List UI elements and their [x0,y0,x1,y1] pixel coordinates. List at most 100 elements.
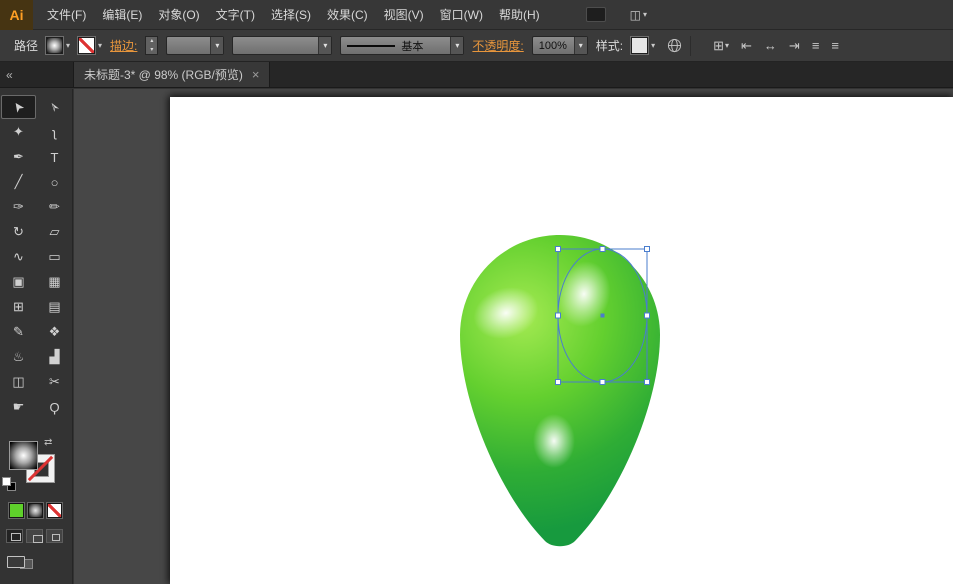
arrange-icon[interactable]: ≡ [812,38,820,53]
stroke-weight-stepper[interactable]: ▴ ▾ [145,36,159,55]
stroke-weight-link[interactable]: 描边: [110,37,137,54]
width-profile-preview [233,37,318,54]
menu-item-6[interactable]: 效果(C) [319,0,376,30]
type-tool[interactable]: T [37,145,72,169]
paintbrush-tool-icon: ✑ [13,199,24,214]
transform-icon[interactable]: ⊞ ▾ [713,38,729,54]
shape-builder-tool[interactable]: ▣ [1,270,36,294]
mesh-tool[interactable]: ⊞ [1,295,36,319]
style-dropdown[interactable]: ▾ [631,37,655,54]
perspective-grid-tool[interactable]: ▦ [37,270,72,294]
lasso-tool[interactable]: ʅ [37,120,72,144]
rotate-tool[interactable]: ↻ [1,220,36,244]
selection-handle[interactable] [599,379,606,385]
opacity-dropdown[interactable]: 100% ▾ [531,36,588,55]
menu-item-5[interactable]: 选择(S) [263,0,319,30]
align-right-icon[interactable]: ⇥ [789,38,800,54]
magic-wand-tool-icon: ✦ [13,124,24,139]
chevron-down-icon: ▾ [450,37,464,54]
draw-inside-button[interactable] [46,529,63,543]
selection-handle[interactable] [644,379,650,385]
paintbrush-tool[interactable]: ✑ [1,195,36,219]
selection-handle[interactable] [555,379,561,385]
menu-item-9[interactable]: 帮助(H) [491,0,548,30]
stepper-down-icon[interactable]: ▾ [146,46,157,55]
swap-fill-stroke-icon[interactable]: ⇄ [44,437,52,448]
selection-handle[interactable] [555,246,561,252]
menu-item-7[interactable]: 视图(V) [376,0,432,30]
transform-glyph: ⊞ [713,37,724,53]
document-tab[interactable]: 未标题-3* @ 98% (RGB/预览) × [73,62,271,87]
menu-item-3[interactable]: 对象(O) [150,0,207,30]
selection-handle[interactable] [599,246,606,252]
symbol-sprayer-tool[interactable]: ♨ [1,345,36,369]
artboard-tool[interactable]: ◫ [1,370,36,394]
stroke-none-icon [78,37,96,54]
none-button[interactable] [47,503,62,518]
brush-definition-dropdown[interactable]: 基本 ▾ [340,36,465,55]
width-tool[interactable]: ∿ [1,245,36,269]
eyedropper-tool[interactable]: ✎ [1,320,36,344]
width-profile-dropdown[interactable]: ▾ [232,36,333,55]
chevron-down-icon: ▾ [66,40,71,50]
selection-handle[interactable] [644,246,650,252]
artboard[interactable] [170,97,953,584]
document-tab-title: 未标题-3* @ 98% (RGB/预览) [84,68,243,82]
gradient-button[interactable] [28,503,43,518]
gradient-tool-icon: ▤ [48,299,61,314]
graph-tool[interactable]: ▟ [37,345,72,369]
brush-stroke-preview [347,44,396,47]
line-tool-icon: ╱ [14,174,23,189]
menu-item-4[interactable]: 文字(T) [208,0,263,30]
slice-tool-icon: ✂ [49,374,60,389]
draw-behind-button[interactable] [26,529,43,543]
pencil-tool-icon: ✏ [49,199,60,214]
hand-tool[interactable]: ☛ [1,395,36,419]
tab-close-icon[interactable]: × [252,67,260,82]
zoom-tool[interactable]: Ϙ [37,395,72,419]
selection-handle[interactable] [555,312,561,319]
green-egg-shape[interactable] [460,235,660,547]
menu-item-8[interactable]: 窗口(W) [432,0,491,30]
free-transform-tool[interactable]: ▭ [37,245,72,269]
panel-menu-icon[interactable]: ≡ [831,38,839,53]
align-center-icon[interactable]: ↔ [764,38,777,53]
selection-tool[interactable]: ➤ [1,95,36,119]
gradient-tool[interactable]: ▤ [37,295,72,319]
scale-tool[interactable]: ▱ [37,220,72,244]
tool-panel-collapse-icon[interactable]: « [0,62,73,87]
pen-tool[interactable]: ✒ [1,145,36,169]
stroke-color-dropdown[interactable]: ▾ [78,37,102,54]
stepper-up-icon[interactable]: ▴ [146,37,157,46]
selection-handle[interactable] [644,312,650,319]
stroke-weight-dropdown[interactable]: ▾ [166,36,225,55]
slice-tool[interactable]: ✂ [37,370,72,394]
screen-mode-button[interactable] [7,555,39,573]
blend-tool[interactable]: ❖ [37,320,72,344]
menu-item-2[interactable]: 编辑(E) [94,0,150,30]
shape-builder-tool-icon: ▣ [12,274,25,289]
graph-tool-icon: ▟ [49,349,60,364]
magic-wand-tool[interactable]: ✦ [1,120,36,144]
arrange-documents-icon[interactable]: ◫ ▾ [630,8,647,22]
context-label: 路径 [14,39,39,53]
draw-normal-button[interactable] [6,529,23,543]
menu-bar: Ai 文件(F) 编辑(E) 对象(O) 文字(T) 选择(S) 效果(C) 视图(V) 窗口… [0,0,953,30]
line-tool[interactable]: ╱ [1,170,36,194]
globe-icon[interactable] [667,38,682,53]
fill-indicator[interactable] [9,441,38,470]
color-button[interactable] [9,503,24,518]
ellipse-tool[interactable]: ○ [37,170,72,194]
direct-selection-tool[interactable]: ➢ [37,95,72,119]
lasso-tool-icon: ʅ [53,124,56,140]
pencil-tool[interactable]: ✏ [37,195,72,219]
width-tool-icon: ∿ [13,249,24,264]
menu-item-1[interactable]: 文件(F) [39,0,94,30]
default-fill-stroke-icon[interactable] [2,477,16,491]
opacity-link[interactable]: 不透明度: [472,37,523,54]
artwork-canvas[interactable] [170,97,953,584]
fill-color-dropdown[interactable]: ▾ [46,37,70,54]
canvas-area[interactable] [74,89,953,584]
align-left-icon[interactable]: ⇤ [741,38,752,54]
bridge-icon[interactable] [585,7,606,22]
